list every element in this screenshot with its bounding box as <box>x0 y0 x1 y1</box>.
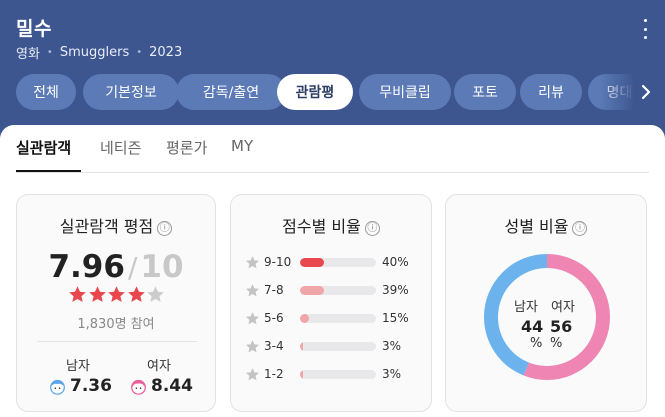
female-score: 8.44 <box>130 376 193 396</box>
star-icon <box>108 286 125 302</box>
female-score-value: 8.44 <box>151 376 193 396</box>
donut-female-label: 여자 <box>551 300 575 315</box>
subtab-my[interactable]: MY <box>231 137 253 155</box>
star-icon <box>245 255 260 268</box>
tab-photo[interactable]: 포토 <box>454 74 516 110</box>
meta-type: 영화 <box>16 47 40 62</box>
tab-bar: 전체 기본정보 감독/출연 관람평 무비클립 포토 리뷰 명대사 <box>16 74 633 110</box>
score-slash: / <box>127 251 138 284</box>
distribution-bar-fill <box>300 369 304 379</box>
tab-director-cast[interactable]: 감독/출연 <box>176 74 286 110</box>
distribution-range: 1-2 <box>264 367 284 381</box>
donut-female-value: 56 <box>550 317 573 336</box>
female-face-icon <box>131 379 146 395</box>
meta-separator: • <box>136 47 143 58</box>
meta-english-title: Smugglers <box>59 45 130 60</box>
distribution-row: 7-8 39% <box>245 281 409 299</box>
distribution-percent: 15% <box>382 311 409 325</box>
rating-card: 실관람객 평점 ⓘ 7.96/10 1,830명 참여 남자 여자 7.36 8.… <box>16 194 216 412</box>
distribution-range: 5-6 <box>264 311 284 325</box>
distribution-bar <box>300 341 376 351</box>
movie-title: 밀수 <box>16 18 52 40</box>
distribution-card-title: 점수별 비율 ⓘ <box>231 213 431 237</box>
distribution-row: 3-4 3% <box>245 337 401 355</box>
gender-donut-chart <box>484 254 610 380</box>
subtab-actual-audience[interactable]: 실관람객 <box>16 137 71 158</box>
distribution-card-title-text: 점수별 비율 <box>282 217 361 236</box>
info-icon[interactable]: ⓘ <box>157 221 173 236</box>
star-icon <box>69 286 86 302</box>
tab-review[interactable]: 리뷰 <box>520 74 582 110</box>
distribution-range: 7-8 <box>264 283 284 297</box>
score-distribution-card: 점수별 비율 ⓘ 9-10 40% 7-8 39% 5-6 15% 3-4 3% 1-2 3% <box>230 194 432 412</box>
distribution-bar-fill <box>300 257 325 267</box>
donut-male-unit: % <box>530 336 543 351</box>
male-score-value: 7.36 <box>70 376 112 396</box>
donut-female-unit: % <box>550 336 563 351</box>
distribution-bar-fill <box>300 285 324 295</box>
rating-card-title: 실관람객 평점 ⓘ <box>17 213 215 237</box>
score-value: 7.96 <box>48 249 125 285</box>
distribution-row: 1-2 3% <box>245 365 401 383</box>
tab-basic-info[interactable]: 기본정보 <box>83 74 179 110</box>
tab-reviews-rating[interactable]: 관람평 <box>277 74 353 110</box>
subtab-netizen[interactable]: 네티즌 <box>100 137 141 158</box>
distribution-bar <box>300 257 376 267</box>
distribution-bar <box>300 285 376 295</box>
star-icon <box>245 311 260 324</box>
distribution-bar-fill <box>300 341 304 351</box>
info-icon[interactable]: ⓘ <box>572 221 588 236</box>
distribution-row: 5-6 15% <box>245 309 409 327</box>
male-face-icon <box>50 379 65 395</box>
score-max: 10 <box>140 249 184 285</box>
donut-male-value: 44 <box>521 317 544 336</box>
distribution-bar-fill <box>300 313 310 323</box>
distribution-bar <box>300 313 376 323</box>
star-icon <box>127 286 145 302</box>
subtab-divider <box>16 172 649 173</box>
distribution-range: 3-4 <box>264 339 284 353</box>
distribution-row: 9-10 40% <box>245 253 409 271</box>
subtab-active-indicator <box>16 170 81 172</box>
star-icon <box>147 286 164 302</box>
meta-year: 2023 <box>149 45 183 60</box>
info-icon[interactable]: ⓘ <box>364 221 380 236</box>
distribution-percent: 39% <box>382 283 409 297</box>
distribution-percent: 3% <box>382 367 402 381</box>
star-icon <box>88 286 106 302</box>
content-sheet: 실관람객 네티즌 평론가 MY 실관람객 평점 ⓘ 7.96/10 1,830명 … <box>0 125 665 417</box>
rating-card-title-text: 실관람객 평점 <box>59 217 154 236</box>
participant-count: 1,830명 참여 <box>77 317 155 332</box>
star-icon <box>245 339 260 352</box>
tabs-fade <box>600 74 635 110</box>
male-score: 7.36 <box>49 376 112 396</box>
distribution-range: 9-10 <box>264 255 292 269</box>
donut-male-label: 남자 <box>514 300 538 315</box>
male-score-label: 남자 <box>66 359 90 374</box>
tab-movie-clip[interactable]: 무비클립 <box>359 74 451 110</box>
gender-card-title-text: 성별 비율 <box>504 217 569 236</box>
distribution-percent: 3% <box>382 339 402 353</box>
distribution-bar <box>300 369 376 379</box>
rating-card-divider <box>37 341 197 342</box>
distribution-percent: 40% <box>382 255 409 269</box>
tab-all[interactable]: 전체 <box>16 74 76 110</box>
meta-separator: • <box>46 47 53 58</box>
female-score-label: 여자 <box>147 359 171 374</box>
gender-card-title: 성별 비율 ⓘ <box>446 213 646 237</box>
star-icon <box>245 367 260 380</box>
average-score: 7.96/10 <box>17 249 215 285</box>
star-rating <box>68 285 166 304</box>
star-icon <box>245 283 260 296</box>
more-vertical-icon[interactable] <box>640 19 650 39</box>
movie-meta: 영화 • Smugglers • 2023 <box>16 43 182 62</box>
gender-ratio-card: 성별 비율 ⓘ 남자 여자 44 56 % % <box>445 194 647 412</box>
subtab-critic[interactable]: 평론가 <box>166 137 207 158</box>
chevron-right-icon[interactable] <box>636 82 656 102</box>
